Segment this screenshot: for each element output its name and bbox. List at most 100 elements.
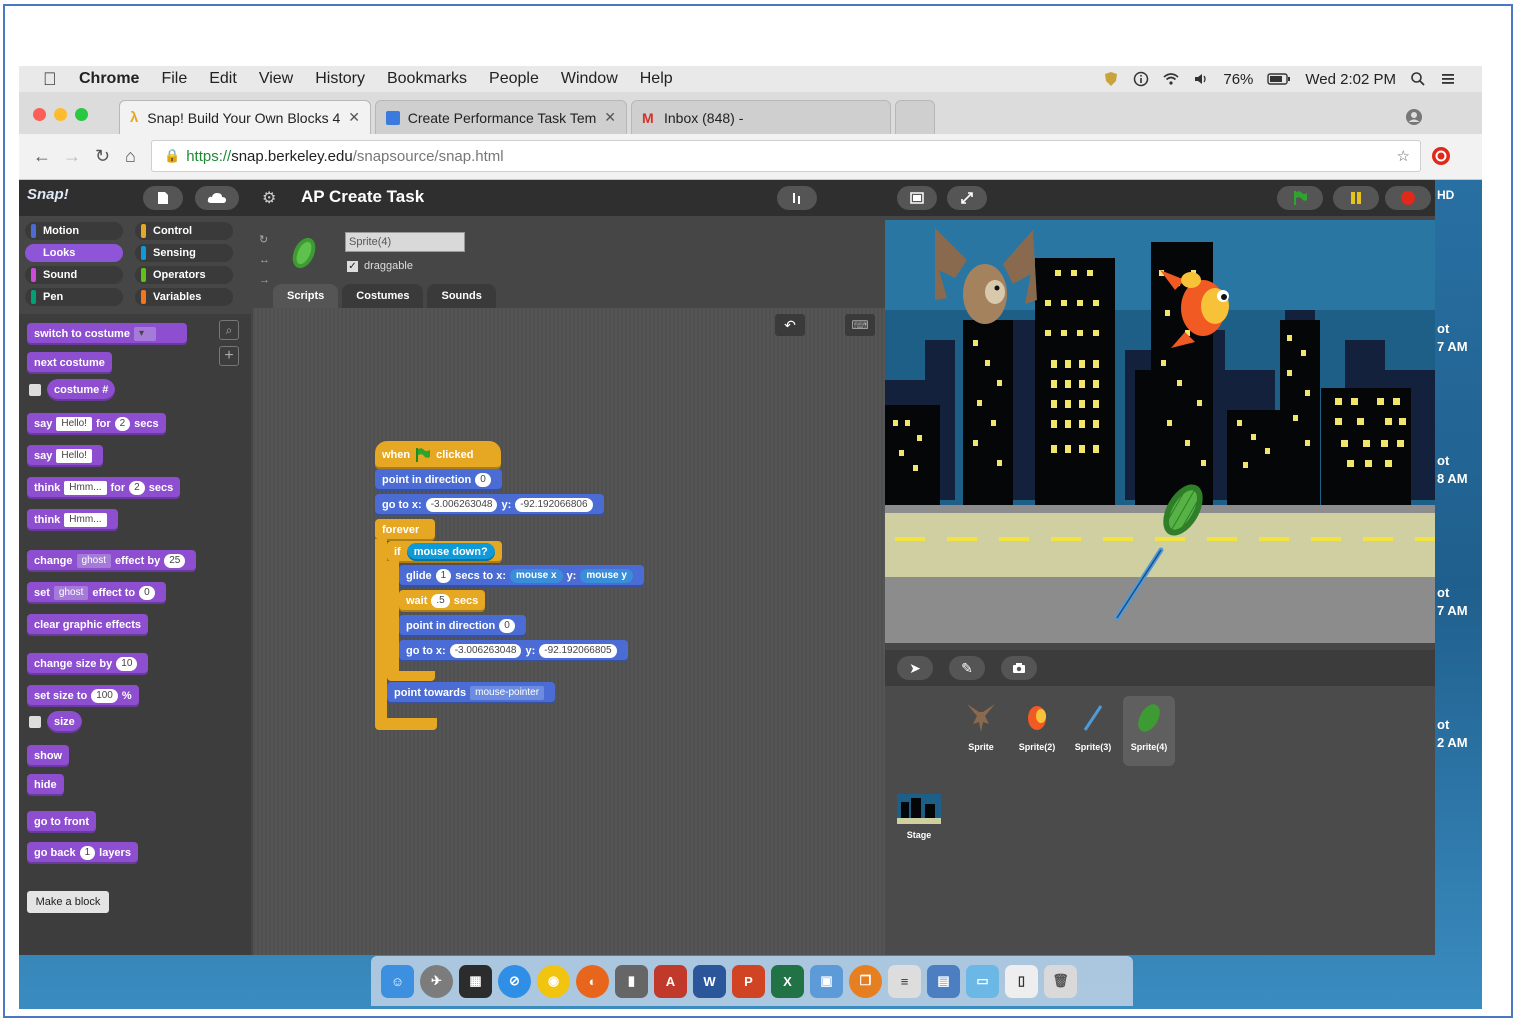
- screenshot-stack-icon[interactable]: ▤: [927, 964, 960, 998]
- settings-gear-icon[interactable]: ⚙: [262, 188, 276, 208]
- chrome-icon[interactable]: ◉: [537, 964, 570, 998]
- forward-arrow-icon[interactable]: →: [63, 146, 81, 167]
- block-say-for-secs[interactable]: say Hello! for 2 secs: [27, 413, 166, 435]
- category-control[interactable]: Control: [135, 222, 233, 240]
- block-go-to-xy-2[interactable]: go to x: -3.006263048 y: -92.192066805: [399, 640, 628, 662]
- corral-sprite-wand[interactable]: Sprite(3): [1067, 696, 1119, 766]
- new-turtle-sprite-icon[interactable]: ➤: [897, 656, 933, 680]
- tab-inbox[interactable]: M Inbox (848) -: [631, 100, 891, 134]
- notification-center-icon[interactable]: [1440, 71, 1456, 87]
- block-forever[interactable]: forever: [375, 519, 435, 541]
- volume-icon[interactable]: [1193, 71, 1209, 87]
- rotation-style-icon[interactable]: [777, 186, 817, 210]
- zoom-window-button[interactable]: [75, 108, 88, 121]
- corral-stage[interactable]: Stage: [893, 790, 945, 860]
- sprite-name-field[interactable]: Sprite(4): [345, 232, 465, 252]
- block-switch-to-costume[interactable]: switch to costume ▾: [27, 323, 187, 345]
- block-go-back-layers[interactable]: go back 1 layers: [27, 842, 138, 864]
- finder-icon[interactable]: ☺: [381, 964, 414, 998]
- minimize-window-button[interactable]: [54, 108, 67, 121]
- notes-icon[interactable]: ▮: [615, 964, 648, 998]
- block-mouse-down[interactable]: mouse down?: [406, 543, 495, 561]
- shield-icon[interactable]: [1103, 71, 1119, 87]
- block-wait-secs[interactable]: wait .5 secs: [399, 590, 486, 612]
- costume-num-checkbox[interactable]: [29, 384, 41, 396]
- block-point-towards[interactable]: point towards mouse-pointer: [387, 682, 556, 704]
- fullscreen-stage-icon[interactable]: [947, 186, 987, 210]
- block-change-size[interactable]: change size by 10: [27, 653, 149, 675]
- firefox-icon[interactable]: ◐: [576, 964, 609, 998]
- file-menu-icon[interactable]: [143, 186, 183, 210]
- green-flag-button[interactable]: [1277, 186, 1323, 210]
- stage[interactable]: [885, 220, 1435, 643]
- menu-people[interactable]: People: [489, 70, 539, 88]
- menu-app-name[interactable]: Chrome: [79, 70, 139, 88]
- excel-icon[interactable]: X: [771, 964, 804, 998]
- undo-arrow-icon[interactable]: ↶: [775, 314, 805, 336]
- palette-search-icon[interactable]: ⌕: [219, 320, 239, 340]
- bookmark-star-icon[interactable]: ☆: [1397, 147, 1410, 165]
- rotation-style-buttons[interactable]: ↻ ↔ →: [259, 230, 270, 290]
- safari-icon[interactable]: ⊘: [498, 964, 531, 998]
- corral-sprite-bat[interactable]: Sprite: [955, 696, 1007, 766]
- camera-icon[interactable]: [1001, 656, 1037, 680]
- powerpoint-icon[interactable]: P: [732, 964, 765, 998]
- menu-view[interactable]: View: [259, 70, 293, 88]
- preview-icon[interactable]: ▣: [810, 964, 843, 998]
- category-pen[interactable]: Pen: [25, 288, 123, 306]
- close-window-button[interactable]: [33, 108, 46, 121]
- block-set-effect[interactable]: set ghost effect to 0: [27, 582, 166, 604]
- close-tab-icon[interactable]: ✕: [604, 109, 616, 126]
- block-when-flag-clicked[interactable]: when clicked: [375, 441, 501, 469]
- block-point-in-direction-2[interactable]: point in direction 0: [399, 615, 526, 637]
- block-size[interactable]: size: [47, 711, 82, 733]
- menu-bookmarks[interactable]: Bookmarks: [387, 70, 467, 88]
- tab-scripts[interactable]: Scripts: [273, 284, 339, 308]
- downloads-stack-icon[interactable]: ▯: [1005, 964, 1038, 998]
- palette-add-icon[interactable]: +: [219, 346, 239, 366]
- block-change-effect[interactable]: change ghost effect by 25: [27, 550, 197, 572]
- block-next-costume[interactable]: next costume: [27, 352, 112, 374]
- battery-icon[interactable]: [1267, 71, 1291, 87]
- category-sound[interactable]: Sound: [25, 266, 123, 284]
- menu-file[interactable]: File: [161, 70, 187, 88]
- block-go-to-front[interactable]: go to front: [27, 811, 96, 833]
- close-tab-icon[interactable]: ✕: [348, 109, 360, 126]
- adblock-icon[interactable]: [1431, 146, 1451, 166]
- category-sensing[interactable]: Sensing: [135, 244, 233, 262]
- block-say[interactable]: say Hello!: [27, 445, 103, 467]
- cloud-menu-icon[interactable]: [195, 186, 239, 210]
- keyboard-entry-icon[interactable]: ⌨: [845, 314, 875, 336]
- wifi-icon[interactable]: [1163, 71, 1179, 87]
- category-operators[interactable]: Operators: [135, 266, 233, 284]
- block-go-to-xy[interactable]: go to x: -3.006263048 y: -92.192066806: [375, 494, 604, 516]
- back-arrow-icon[interactable]: ←: [33, 146, 51, 167]
- menubar-clock[interactable]: Wed 2:02 PM: [1305, 71, 1396, 88]
- category-motion[interactable]: Motion: [25, 222, 123, 240]
- scripting-area[interactable]: ↶ ⌨ when clicked point in direction 0 go …: [253, 308, 885, 955]
- address-bar[interactable]: 🔒 https:// snap.berkeley.edu /snapsource…: [151, 140, 1421, 172]
- block-show[interactable]: show: [27, 745, 70, 767]
- tab-sounds[interactable]: Sounds: [427, 284, 496, 308]
- tab-snap[interactable]: λ Snap! Build Your Own Blocks 4 ✕: [119, 100, 371, 134]
- ibooks-icon[interactable]: ❐: [849, 964, 882, 998]
- new-tab-button[interactable]: [895, 100, 935, 134]
- tab-costumes[interactable]: Costumes: [342, 284, 424, 308]
- block-costume-number[interactable]: costume #: [47, 379, 116, 401]
- acrobat-icon[interactable]: A: [654, 964, 687, 998]
- tab-create-performance-task[interactable]: Create Performance Task Tem ✕: [375, 100, 627, 134]
- block-glide-to-xy[interactable]: glide 1 secs to x: mouse x y: mouse y: [399, 565, 644, 587]
- corral-sprite-seed[interactable]: Sprite(4): [1123, 696, 1175, 766]
- size-checkbox[interactable]: [29, 716, 41, 728]
- block-hide[interactable]: hide: [27, 774, 64, 796]
- menu-help[interactable]: Help: [640, 70, 673, 88]
- block-point-in-direction[interactable]: point in direction 0: [375, 469, 502, 491]
- folder-icon[interactable]: ▭: [966, 964, 999, 998]
- make-a-block-button[interactable]: Make a block: [27, 891, 109, 913]
- pause-button[interactable]: [1333, 186, 1379, 210]
- home-icon[interactable]: ⌂: [125, 146, 136, 167]
- snap-logo[interactable]: Snap!: [27, 186, 79, 210]
- stop-button[interactable]: [1385, 186, 1431, 210]
- profile-icon[interactable]: [1405, 108, 1423, 126]
- document-stack-icon[interactable]: ≡: [888, 964, 921, 998]
